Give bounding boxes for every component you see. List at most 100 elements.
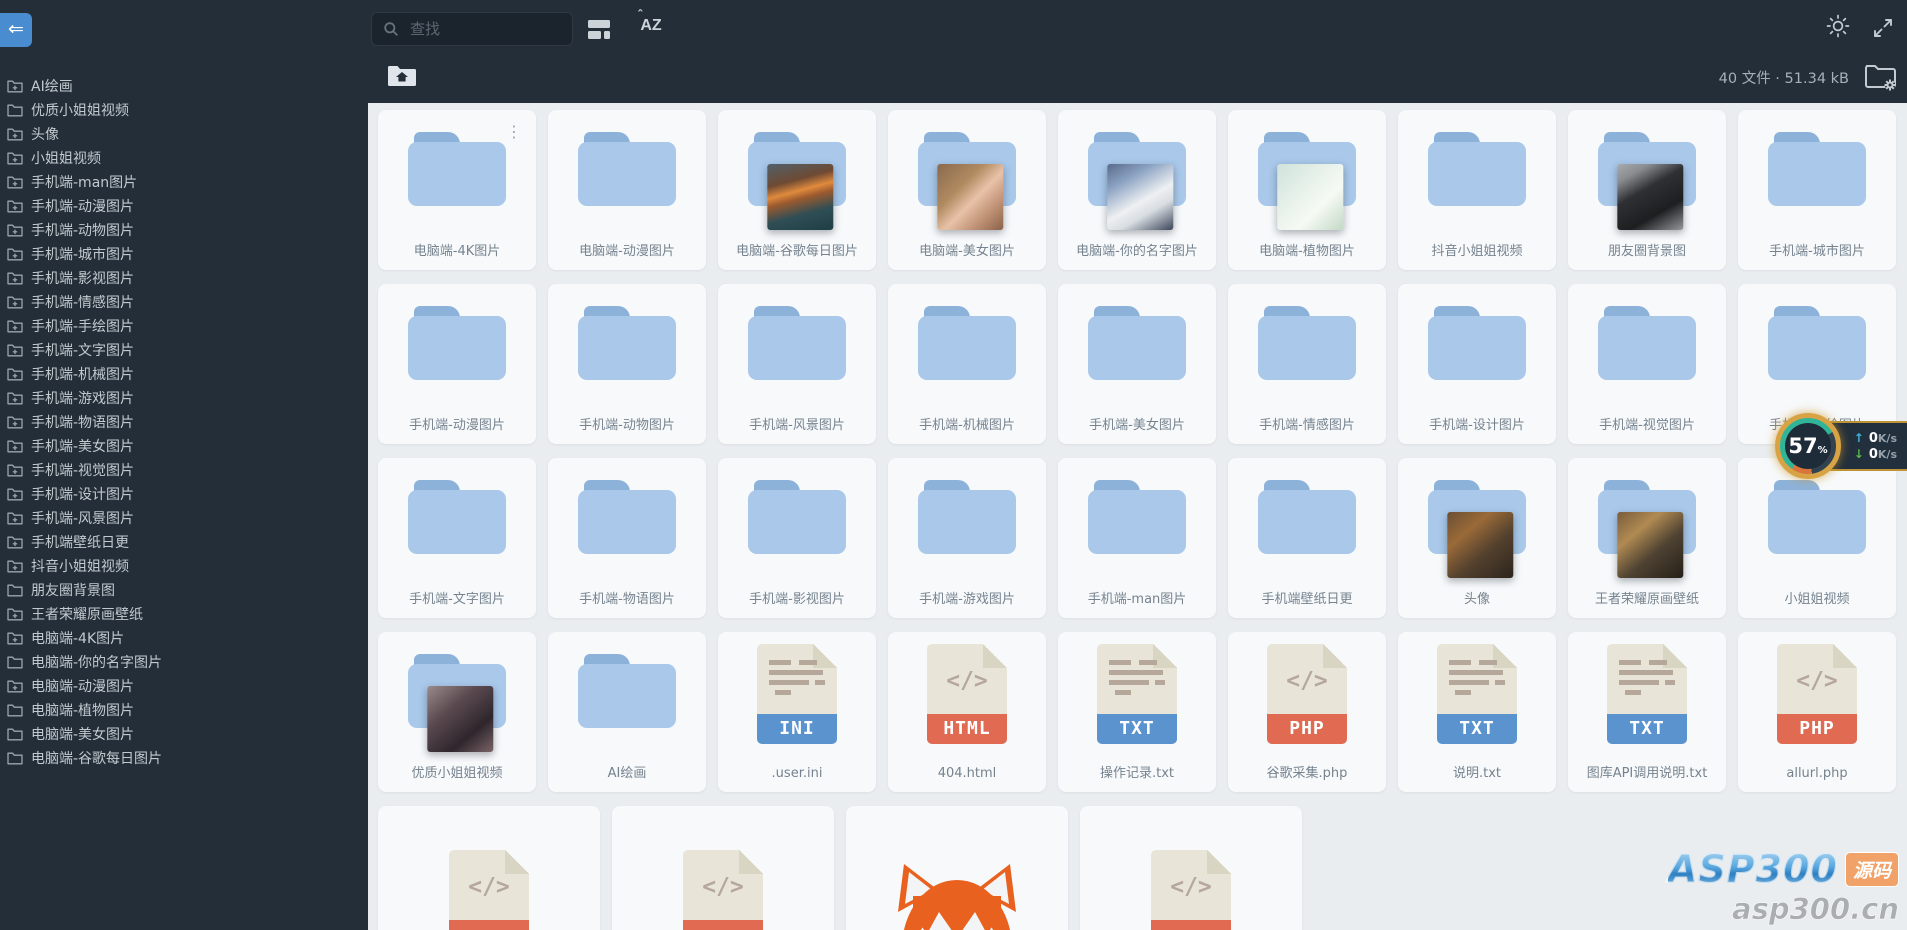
folder-icon — [7, 704, 23, 717]
grid-item[interactable]: TXT 图库API调用说明.txt — [1568, 632, 1726, 792]
grid-item[interactable]: 电脑端-你的名字图片 — [1058, 110, 1216, 270]
folder-icon — [1428, 132, 1526, 206]
grid-item[interactable]: 手机端-城市图片 — [1738, 110, 1896, 270]
sidebar-item[interactable]: 小姐姐视频 — [0, 146, 366, 170]
sidebar-item-label: 电脑端-你的名字图片 — [31, 655, 163, 671]
grid-item[interactable]: 头像 — [1398, 458, 1556, 618]
sidebar-item[interactable]: 电脑端-谷歌每日图片 — [0, 746, 366, 770]
sidebar-item[interactable]: 优质小姐姐视频 — [0, 98, 366, 122]
grid-item[interactable]: 电脑端-美女图片 — [888, 110, 1046, 270]
sidebar-item[interactable]: 电脑端-植物图片 — [0, 698, 366, 722]
sidebar-item[interactable]: 手机端-影视图片 — [0, 266, 366, 290]
sort-az-icon[interactable]: ˆ AZ — [636, 7, 666, 37]
folder-icon — [748, 306, 846, 380]
sidebar-item[interactable]: 电脑端-4K图片 — [0, 626, 366, 650]
grid-item[interactable]: 手机端-物语图片 — [548, 458, 706, 618]
grid-item[interactable]: 手机端-文字图片 — [378, 458, 536, 618]
grid-item[interactable]: 电脑端-植物图片 — [1228, 110, 1386, 270]
folder-plus-icon — [7, 152, 23, 165]
sidebar-item[interactable]: 手机端-man图片 — [0, 170, 366, 194]
grid-item[interactable]: </> PHP allurl.php — [1738, 632, 1896, 792]
theme-brightness-icon[interactable] — [1824, 12, 1852, 43]
text-lines — [1619, 660, 1675, 698]
folder-gear-icon[interactable] — [1863, 60, 1899, 95]
item-menu-button[interactable]: ⋮ — [506, 122, 522, 141]
folder-body — [578, 142, 676, 206]
sidebar-item[interactable]: 抖音小姐姐视频 — [0, 554, 366, 578]
sidebar-item[interactable]: 手机端-动物图片 — [0, 218, 366, 242]
grid-item[interactable]: 手机端-情感图片 — [1228, 284, 1386, 444]
layout-grid-icon[interactable] — [588, 20, 610, 42]
search-input[interactable] — [408, 19, 558, 39]
sidebar-item[interactable]: 电脑端-美女图片 — [0, 722, 366, 746]
sidebar-item[interactable]: 手机端-游戏图片 — [0, 386, 366, 410]
sidebar-item[interactable]: 电脑端-动漫图片 — [0, 674, 366, 698]
grid-item[interactable]: 电脑端-4K图片 ⋮ — [378, 110, 536, 270]
grid-item[interactable]: 手机端-影视图片 — [718, 458, 876, 618]
sidebar-item[interactable]: 手机端-风景图片 — [0, 506, 366, 530]
upload-speed-value: 0 — [1868, 430, 1878, 446]
folder-body — [1258, 490, 1356, 554]
sidebar-item[interactable]: 手机端-设计图片 — [0, 482, 366, 506]
grid-item[interactable]: 王者荣耀原画壁纸 — [1568, 458, 1726, 618]
item-label: 手机端-美女图片 — [1089, 418, 1185, 433]
grid-item[interactable]: 电脑端-动漫图片 — [548, 110, 706, 270]
grid-item[interactable]: </> — [612, 806, 834, 930]
sidebar-item[interactable]: 王者荣耀原画壁纸 — [0, 602, 366, 626]
sidebar-item[interactable]: AI绘画 — [0, 74, 366, 98]
grid-item[interactable]: </> — [378, 806, 600, 930]
grid-item[interactable]: 手机端-视觉图片 — [1568, 284, 1726, 444]
grid-item[interactable]: 手机端壁纸日更 — [1228, 458, 1386, 618]
grid-item[interactable]: 手机端-机械图片 — [888, 284, 1046, 444]
sidebar-item[interactable]: 手机端-物语图片 — [0, 410, 366, 434]
grid-item[interactable]: 手机端-man图片 — [1058, 458, 1216, 618]
sidebar-item[interactable]: 手机端-城市图片 — [0, 242, 366, 266]
sidebar-item[interactable]: 手机端-机械图片 — [0, 362, 366, 386]
grid-item[interactable]: TXT 说明.txt — [1398, 632, 1556, 792]
grid-item[interactable]: 手机端-动物图片 — [548, 284, 706, 444]
file-manager-app: { "topbar": { "back_icon": "collapse-lef… — [0, 0, 1907, 930]
grid-item[interactable]: </> — [1080, 806, 1302, 930]
sidebar-item[interactable]: 朋友圈背景图 — [0, 578, 366, 602]
sort-caret: ˆ — [638, 7, 643, 22]
grid-item[interactable]: INI .user.ini — [718, 632, 876, 792]
fullscreen-expand-icon[interactable] — [1871, 16, 1895, 43]
folder-thumbnail — [1617, 512, 1684, 578]
sidebar-item[interactable]: 手机端-视觉图片 — [0, 458, 366, 482]
grid-item[interactable]: 电脑端-谷歌每日图片 — [718, 110, 876, 270]
sidebar-item[interactable]: 头像 — [0, 122, 366, 146]
grid-item[interactable]: 小姐姐视频 — [1738, 458, 1896, 618]
grid-item[interactable]: 手机端-风景图片 — [718, 284, 876, 444]
progress-circle-widget[interactable]: 57% — [1775, 413, 1841, 479]
grid-item[interactable]: 抖音小姐姐视频 — [1398, 110, 1556, 270]
home-folder-button[interactable] — [388, 62, 416, 90]
sidebar-item[interactable]: 手机端-手绘图片 — [0, 314, 366, 338]
grid-item[interactable] — [846, 806, 1068, 930]
sidebar-item[interactable]: 手机端-动漫图片 — [0, 194, 366, 218]
sidebar-item[interactable]: 手机端壁纸日更 — [0, 530, 366, 554]
folder-icon — [408, 306, 506, 380]
grid-item[interactable]: 手机端-美女图片 — [1058, 284, 1216, 444]
sidebar-item[interactable]: 手机端-文字图片 — [0, 338, 366, 362]
folder-body — [408, 316, 506, 380]
grid-item[interactable]: 手机端-动漫图片 — [378, 284, 536, 444]
grid-item[interactable]: </> PHP 谷歌采集.php — [1228, 632, 1386, 792]
collapse-sidebar-button[interactable]: ⇐ — [0, 13, 32, 47]
download-speed-unit: K/s — [1877, 447, 1897, 461]
search-box[interactable] — [371, 12, 573, 46]
item-label: 头像 — [1463, 592, 1490, 607]
grid-item[interactable]: TXT 操作记录.txt — [1058, 632, 1216, 792]
sidebar-item[interactable]: 手机端-美女图片 — [0, 434, 366, 458]
sidebar-item[interactable]: 手机端-情感图片 — [0, 290, 366, 314]
grid-item[interactable]: 手机端-游戏图片 — [888, 458, 1046, 618]
sidebar-item[interactable]: 电脑端-你的名字图片 — [0, 650, 366, 674]
item-label: 电脑端-你的名字图片 — [1076, 244, 1198, 259]
grid-item[interactable]: AI绘画 — [548, 632, 706, 792]
grid-item[interactable]: 朋友圈背景图 — [1568, 110, 1726, 270]
grid-item[interactable]: 优质小姐姐视频 — [378, 632, 536, 792]
grid-item[interactable]: 手机端-设计图片 — [1398, 284, 1556, 444]
download-speed-value: 0 — [1868, 446, 1878, 462]
grid-item[interactable]: </> HTML 404.html — [888, 632, 1046, 792]
sidebar-item-label: 手机端-文字图片 — [31, 343, 135, 359]
folder-icon — [1258, 480, 1356, 554]
